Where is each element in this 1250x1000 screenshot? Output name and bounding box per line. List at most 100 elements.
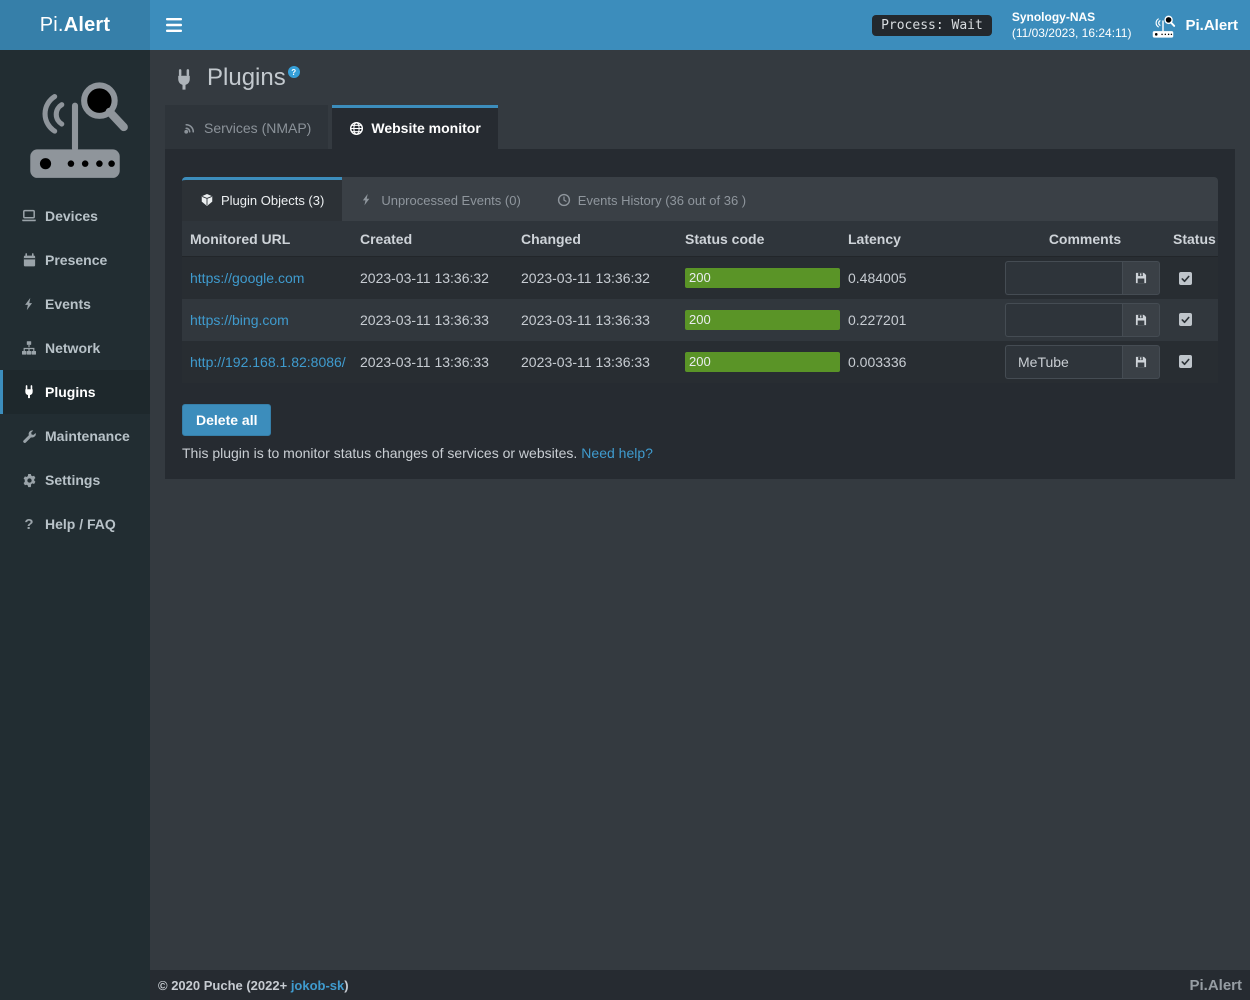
column-header-status[interactable]: Status (1165, 221, 1218, 257)
hamburger-icon (166, 18, 182, 32)
calendar-icon (21, 252, 37, 268)
floppy-save-icon (1134, 355, 1148, 369)
sidebar-item-label: Help / FAQ (45, 516, 116, 532)
bolt-icon (360, 193, 374, 207)
tab-label: Services (NMAP) (204, 120, 311, 136)
plugin-inner-tabs: Plugin Objects (3) Unprocessed Events (0… (182, 177, 1218, 221)
pialert-app: Pi.Alert Process: Wait Synology-NAS (11/… (0, 0, 1250, 1000)
brand-prefix: Pi. (40, 14, 64, 37)
page-title-row: Plugins ? (165, 58, 1235, 103)
sidebar-item-label: Settings (45, 472, 100, 488)
laptop-icon (21, 208, 37, 224)
tab-plugin-objects[interactable]: Plugin Objects (3) (182, 177, 342, 221)
monitored-url-link[interactable]: https://bing.com (190, 312, 289, 328)
sidebar-toggle-button[interactable] (150, 0, 198, 50)
column-header-status-code[interactable]: Status code (677, 221, 840, 257)
brand-logo[interactable]: Pi.Alert (0, 0, 150, 50)
page-footer: © 2020 Puche (2022+ jokob-sk) Pi.Alert (150, 970, 1250, 1000)
created-cell: 2023-03-11 13:36:33 (352, 299, 513, 341)
plugin-helper-text: This plugin is to monitor status changes… (182, 445, 1218, 461)
delete-all-button[interactable]: Delete all (182, 404, 271, 436)
wrench-icon (21, 428, 37, 444)
sidebar-item-events[interactable]: Events (0, 282, 150, 326)
table-row: http://192.168.1.82:8086/ 2023-03-11 13:… (182, 341, 1218, 383)
device-info: Synology-NAS (11/03/2023, 16:24:11) (1012, 9, 1132, 41)
website-monitor-panel: Plugin Objects (3) Unprocessed Events (0… (165, 149, 1235, 479)
page-title: Plugins (207, 64, 286, 93)
plugin-objects-table: Monitored URL Created Changed Status cod… (182, 221, 1218, 383)
sidebar-item-network[interactable]: Network (0, 326, 150, 370)
help-badge[interactable]: ? (288, 66, 300, 78)
sidebar-item-devices[interactable]: Devices (0, 194, 150, 238)
floppy-save-icon (1134, 313, 1148, 327)
sitemap-icon (21, 340, 37, 356)
comment-input[interactable] (1005, 345, 1122, 379)
main-content: Plugins ? Services (NMAP) Website monito… (150, 50, 1250, 970)
tab-events-history[interactable]: Events History (36 out of 36 ) (539, 177, 764, 221)
check-icon (1180, 356, 1191, 367)
comment-input-group (1005, 261, 1160, 295)
sidebar-item-label: Network (45, 340, 100, 356)
process-status-badge: Process: Wait (872, 15, 992, 36)
sidebar-item-label: Events (45, 296, 91, 312)
sidebar-item-label: Plugins (45, 384, 96, 400)
footer-suffix: ) (344, 978, 348, 993)
plug-icon (173, 69, 195, 91)
table-header-row: Monitored URL Created Changed Status cod… (182, 221, 1218, 257)
plugin-tabs: Services (NMAP) Website monitor (165, 105, 1235, 149)
jokob-sk-link[interactable]: jokob-sk (291, 978, 344, 993)
column-header-latency[interactable]: Latency (840, 221, 997, 257)
need-help-link[interactable]: Need help? (581, 445, 653, 461)
status-checkbox[interactable] (1179, 272, 1192, 285)
sidebar-item-maintenance[interactable]: Maintenance (0, 414, 150, 458)
check-icon (1180, 314, 1191, 325)
table-body: https://google.com 2023-03-11 13:36:32 2… (182, 257, 1218, 383)
column-header-comments[interactable]: Comments (997, 221, 1165, 257)
footer-app-name: Pi.Alert (1189, 977, 1242, 994)
monitored-url-link[interactable]: http://192.168.1.82:8086/ (190, 354, 346, 370)
brand-bold: Alert (64, 14, 111, 37)
save-comment-button[interactable] (1122, 261, 1160, 295)
check-icon (1180, 273, 1191, 284)
footer-credits: © 2020 Puche (2022+ jokob-sk) (158, 978, 349, 993)
status-code-bar: 200 (685, 352, 840, 372)
column-header-created[interactable]: Created (352, 221, 513, 257)
navbar-app-name[interactable]: Pi.Alert (1185, 17, 1238, 34)
sidebar-item-label: Devices (45, 208, 98, 224)
device-name: Synology-NAS (1012, 9, 1132, 25)
comment-input-group (1005, 303, 1160, 337)
sidebar-item-presence[interactable]: Presence (0, 238, 150, 282)
latency-cell: 0.003336 (840, 341, 997, 383)
floppy-save-icon (1134, 271, 1148, 285)
bolt-icon (21, 296, 37, 312)
sidebar-item-label: Maintenance (45, 428, 130, 444)
comment-input[interactable] (1005, 261, 1122, 295)
helper-text: This plugin is to monitor status changes… (182, 445, 577, 461)
sidebar-item-label: Presence (45, 252, 107, 268)
status-code-bar: 200 (685, 268, 840, 288)
sidebar-menu: Devices Presence Events Network (0, 194, 150, 546)
save-comment-button[interactable] (1122, 303, 1160, 337)
navbar: Process: Wait Synology-NAS (11/03/2023, … (150, 0, 1250, 50)
comment-input-group (1005, 345, 1160, 379)
tab-website-monitor[interactable]: Website monitor (332, 105, 497, 149)
column-header-monitored-url[interactable]: Monitored URL (182, 221, 352, 257)
cube-icon (200, 193, 214, 207)
status-checkbox[interactable] (1179, 355, 1192, 368)
changed-cell: 2023-03-11 13:36:33 (513, 299, 677, 341)
monitored-url-link[interactable]: https://google.com (190, 270, 304, 286)
sidebar-item-settings[interactable]: Settings (0, 458, 150, 502)
save-comment-button[interactable] (1122, 345, 1160, 379)
tab-label: Unprocessed Events (0) (381, 193, 520, 208)
table-row: https://bing.com 2023-03-11 13:36:33 202… (182, 299, 1218, 341)
status-checkbox[interactable] (1179, 313, 1192, 326)
sidebar-item-plugins[interactable]: Plugins (0, 370, 150, 414)
tab-unprocessed-events[interactable]: Unprocessed Events (0) (342, 177, 538, 221)
latency-cell: 0.484005 (840, 257, 997, 299)
comment-input[interactable] (1005, 303, 1122, 337)
footer-copyright: © 2020 Puche (2022+ (158, 978, 287, 993)
navbar-right: Process: Wait Synology-NAS (11/03/2023, … (872, 9, 1250, 41)
sidebar-item-help-faq[interactable]: ? Help / FAQ (0, 502, 150, 546)
tab-services-nmap[interactable]: Services (NMAP) (165, 105, 328, 149)
column-header-changed[interactable]: Changed (513, 221, 677, 257)
